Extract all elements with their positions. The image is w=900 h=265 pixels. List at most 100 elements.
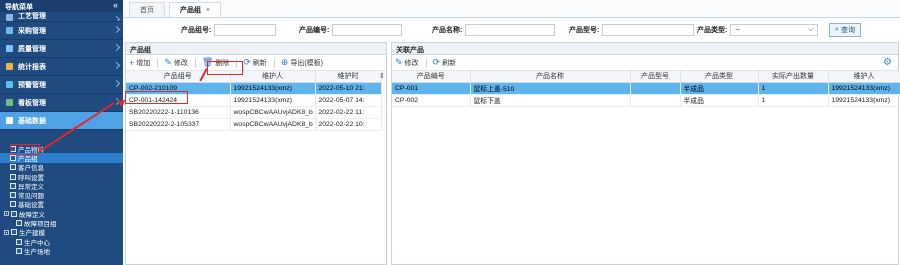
table-cell: CP-001 <box>392 82 471 95</box>
group-no-label: 产品组号: <box>181 27 212 34</box>
toolbar-divider <box>157 57 159 68</box>
folder-icon <box>10 182 16 189</box>
menu-icon <box>6 81 13 88</box>
sidebar-menu-item[interactable]: 基础数据 <box>0 112 123 130</box>
sidebar-menu-item[interactable]: 工艺管理 <box>0 12 123 22</box>
menu-icon <box>6 99 13 106</box>
related-refresh-button[interactable]: ⟳ 刷新 <box>433 57 457 68</box>
product-name-label: 产品名称: <box>432 27 463 34</box>
group-no-input[interactable] <box>214 24 277 36</box>
table-cell: 2022-05-10 21: <box>315 82 382 95</box>
column-header[interactable]: 产品编号 <box>392 71 471 83</box>
table-row[interactable]: SB20220222-1-110136 wospCBCwAAUvjADK8_b 20… <box>126 106 382 119</box>
table-cell: SB20220222-1-110136 <box>126 106 231 119</box>
tab-home[interactable]: 首页 <box>129 2 165 17</box>
delete-highlight-box <box>207 61 243 75</box>
table-cell <box>630 82 681 95</box>
table-cell: 19921524133(xmz) <box>828 82 900 95</box>
tab-bar: 首页 产品组 × <box>123 0 900 18</box>
sidebar-menu-label: 质量管理 <box>18 45 46 53</box>
table-row[interactable]: CP-001 鼠标上盖-510 半成品 1 19921524133(xmz) <box>392 82 900 95</box>
column-header[interactable]: 产品型号 <box>630 71 681 83</box>
column-header[interactable]: 产品类型 <box>680 71 759 83</box>
sidebar-title: 导航菜单 <box>5 4 33 11</box>
column-header[interactable]: 维护人 <box>828 71 900 83</box>
table-cell: 2022-05-07 14: <box>315 94 382 107</box>
close-tab-icon[interactable]: × <box>206 7 210 14</box>
tree-node[interactable]: 呼叫设置 <box>0 172 123 182</box>
query-button[interactable]: ⌕ 查询 <box>829 23 861 37</box>
related-products-panel: 关联产品 ✎ 修改 ⟳ 刷新 ⚙ 产品编号 产品名称 产品型号 产品类型 实际产出数量 维护人… <box>391 42 900 265</box>
row-highlight-box <box>125 91 188 104</box>
tree-node[interactable]: 常见问题 <box>0 190 123 200</box>
tab-product-group[interactable]: 产品组 × <box>169 2 222 17</box>
sidebar-menu-item[interactable]: 预警管理 <box>0 76 123 94</box>
column-header[interactable]: 实际产出数量 <box>758 71 829 83</box>
related-products-table: 产品编号 产品名称 产品型号 产品类型 实际产出数量 维护人 CP-001 鼠标上盖-510… <box>392 71 900 107</box>
tree-node[interactable]: 客户信息 <box>0 163 123 172</box>
tree-node[interactable]: 故障定义 <box>0 209 123 219</box>
export-icon: ⊕ <box>280 57 289 67</box>
folder-icon <box>16 247 22 254</box>
table-cell <box>630 94 681 107</box>
product-name-filter: 产品名称: <box>432 24 556 36</box>
search-bar: 产品组号: 产品编号: 产品名称: 产品型号: 产品类型: -- ⌵ ⌕ 查询 <box>123 18 900 42</box>
folder-icon <box>10 192 16 199</box>
sidebar-menu-item[interactable]: 统计报表 <box>0 58 123 76</box>
column-header[interactable]: 产品名称 <box>470 71 631 83</box>
sidebar-tree: 产品物料 产品组 客户信息 呼叫设置 异常定义 常见问题 基础设置 故障定义 故障项目组 生产建模… <box>0 138 123 265</box>
tree-node[interactable]: 生产场地 <box>0 246 123 256</box>
gear-icon[interactable]: ⚙ <box>883 57 892 68</box>
scroll-arrows-icon[interactable]: ⇕ <box>379 72 385 80</box>
expand-icon[interactable] <box>4 229 9 235</box>
refresh-icon: ⟳ <box>432 57 441 67</box>
table-row[interactable]: SB20220222-2-105337 wospCBCwAAUvjADK8_b 20… <box>126 118 382 131</box>
chevron-down-icon: ⌵ <box>808 26 814 33</box>
collapse-sidebar-icon[interactable]: « <box>113 0 118 10</box>
tab-home-label: 首页 <box>140 7 154 14</box>
add-button[interactable]: + 增加 <box>129 58 150 68</box>
tree-node[interactable]: 故障项目组 <box>0 218 123 228</box>
sidebar-menu-item[interactable]: 采购管理 <box>0 22 123 40</box>
product-model-label: 产品型号: <box>569 27 600 34</box>
tree-node[interactable]: 异常定义 <box>0 181 123 191</box>
product-type-value: -- <box>735 26 741 34</box>
table-row[interactable]: CP-002 鼠标下盖 半成品 1 19921524133(xmz) <box>392 94 900 107</box>
folder-icon <box>10 164 16 171</box>
product-model-input[interactable] <box>602 24 695 36</box>
menu-icon <box>6 63 13 70</box>
product-name-input[interactable] <box>465 24 556 36</box>
export-button[interactable]: ⊕ 导出(模板) <box>281 57 323 68</box>
sidebar-menu-item[interactable]: 质量管理 <box>0 40 123 58</box>
product-type-select[interactable]: -- ⌵ <box>730 24 819 36</box>
sidebar-menu: 工艺管理 采购管理 质量管理 统计报表 预警管理 看板管理 基础数据 <box>0 12 123 130</box>
expand-icon[interactable] <box>4 211 9 217</box>
product-type-filter: 产品类型: -- ⌵ <box>697 24 819 36</box>
folder-icon <box>10 201 16 208</box>
sidebar-header: 导航菜单 « <box>0 0 123 12</box>
table-cell: 2022-02-22 11: <box>315 106 382 119</box>
sidebar-menu-label: 统计报表 <box>18 63 46 71</box>
table-cell: 半成品 <box>680 94 759 107</box>
product-no-input[interactable] <box>332 24 403 36</box>
sidebar-menu-label: 工艺管理 <box>18 13 46 20</box>
tree-node[interactable]: 生产中心 <box>0 237 123 247</box>
related-products-panel-title: 关联产品 <box>392 43 898 55</box>
tree-node[interactable]: 生产建模 <box>0 228 123 237</box>
product-type-label: 产品类型: <box>697 27 728 34</box>
related-edit-button[interactable]: ✎ 修改 <box>395 57 419 68</box>
tree-node[interactable]: 基础设置 <box>0 200 123 209</box>
tree-node-label: 生产场地 <box>24 248 50 256</box>
refresh-button[interactable]: ⟳ 刷新 <box>243 57 267 68</box>
tree-highlight-box <box>10 144 40 155</box>
folder-icon <box>11 229 17 236</box>
table-cell: 鼠标下盖 <box>470 94 631 107</box>
product-group-toolbar: + 增加 ✎ 修改 🗑 删除 ⟳ 刷新 ⊕ 导出(模板) <box>126 55 386 71</box>
edit-button[interactable]: ✎ 修改 <box>164 57 188 68</box>
menu-icon <box>6 27 13 34</box>
menu-icon <box>6 14 13 21</box>
product-no-filter: 产品编号: <box>299 24 403 36</box>
column-header[interactable]: 维护时 <box>315 71 382 83</box>
chevron-right-icon <box>112 61 121 70</box>
group-no-filter: 产品组号: <box>181 24 277 36</box>
